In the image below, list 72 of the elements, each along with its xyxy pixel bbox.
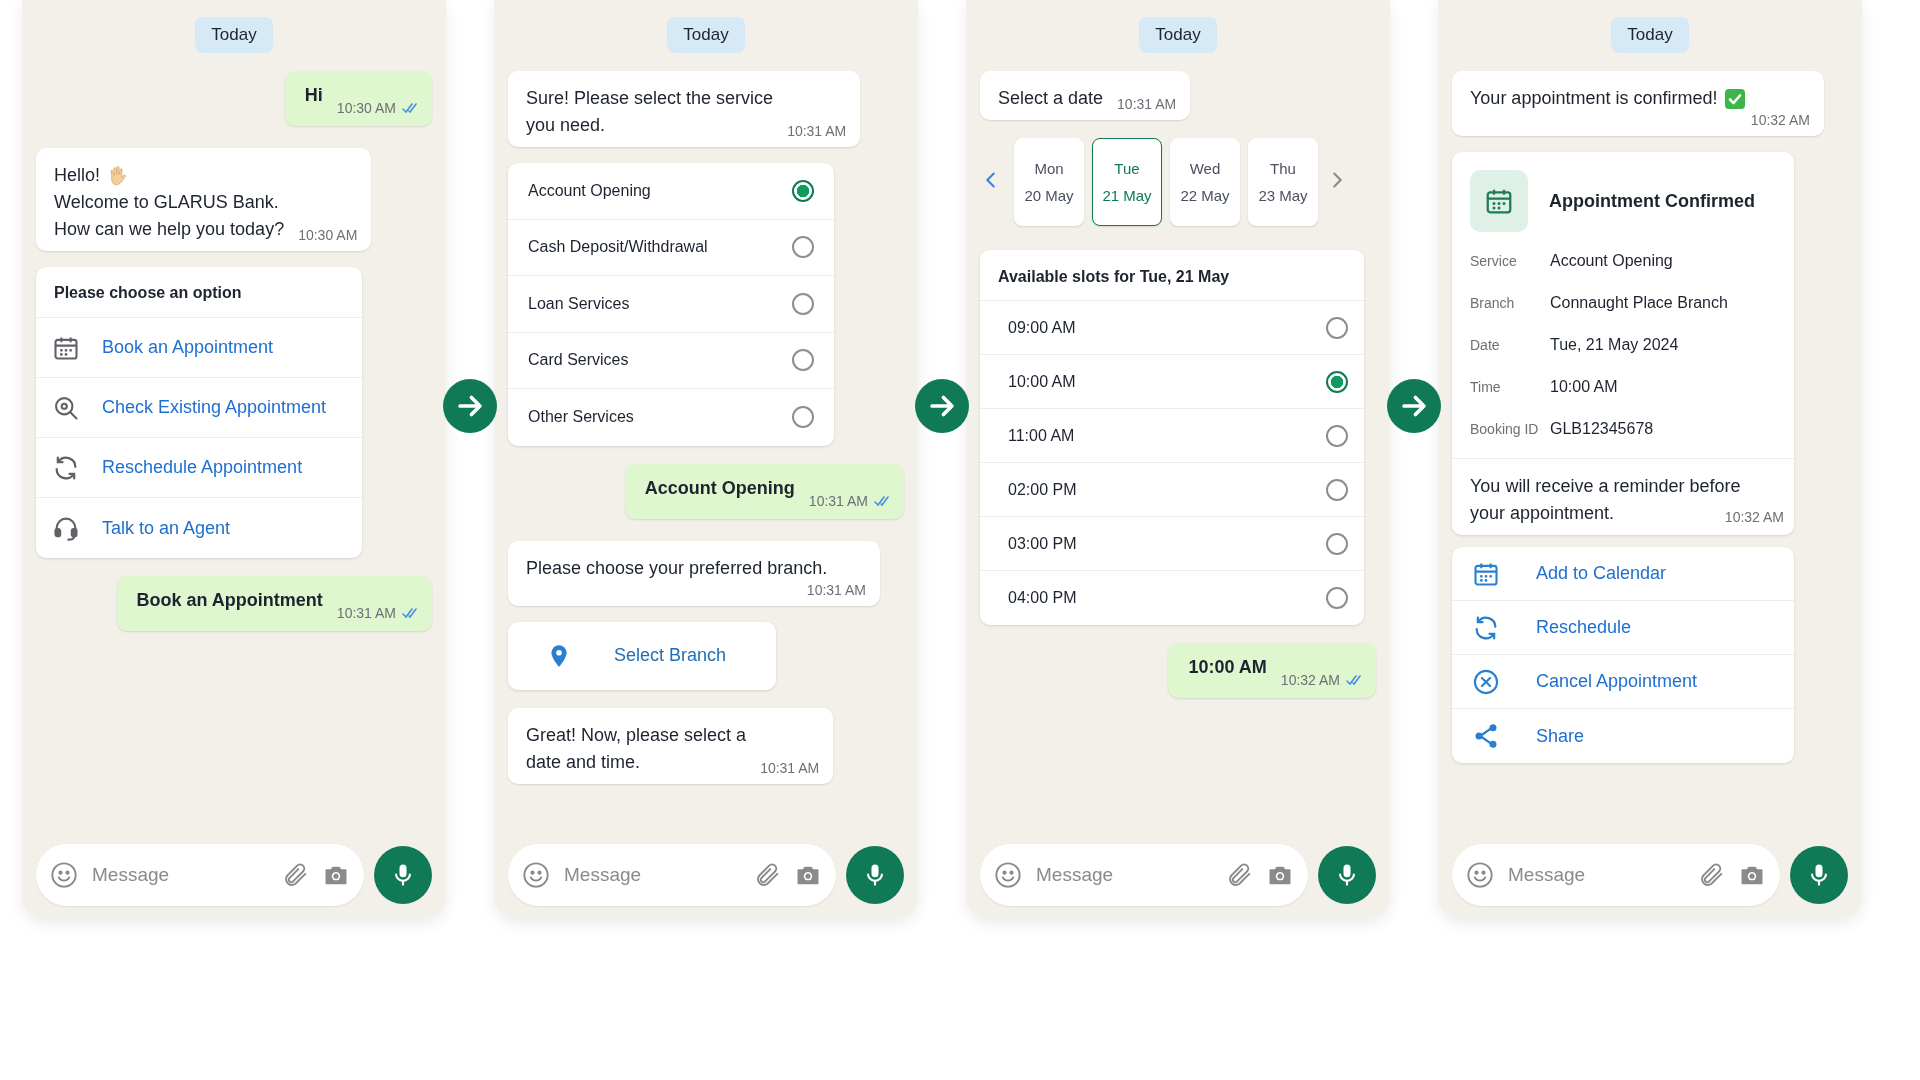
field-label: Service	[1470, 253, 1518, 269]
message-time: 10:31 AM	[760, 759, 820, 776]
date-option[interactable]: Wed 22 May	[1170, 138, 1240, 226]
action-link[interactable]: Add to Calendar	[1452, 547, 1794, 601]
time-slot[interactable]: 09:00 AM	[980, 301, 1364, 355]
message-time: 10:31 AM	[336, 605, 396, 621]
card-title: Please choose an option	[36, 267, 362, 318]
reminder-text: You will receive a reminder before	[1470, 475, 1741, 498]
menu-option[interactable]: Talk to an Agent	[36, 498, 362, 558]
action-link[interactable]: Share	[1452, 709, 1794, 763]
field-value: GLB12345678	[1550, 420, 1655, 438]
date-chip: Today	[667, 17, 745, 53]
time-slot[interactable]: 03:00 PM	[980, 517, 1364, 571]
message-time: 10:31 AM	[787, 123, 847, 139]
message-text: Hi	[304, 85, 323, 107]
message-text: 10:00 AM	[1188, 657, 1267, 679]
service-option[interactable]: Loan Services	[508, 276, 834, 333]
message-input[interactable]: Message	[562, 863, 742, 887]
action-link[interactable]: Reschedule	[1452, 601, 1794, 655]
reminder-text: your appointment.	[1470, 502, 1615, 525]
menu-option[interactable]: Check Existing Appointment	[36, 378, 362, 438]
message-text: Great! Now, please select a	[526, 723, 747, 747]
time-slot[interactable]: 04:00 PM	[980, 571, 1364, 625]
message-input[interactable]: Message	[90, 863, 270, 887]
time-slot[interactable]: 10:00 AM	[980, 355, 1364, 409]
date-chip: Today	[1139, 17, 1217, 53]
message-text: you need.	[526, 114, 606, 137]
menu-option[interactable]: Reschedule Appointment	[36, 438, 362, 498]
date-option[interactable]: Thu 23 May	[1248, 138, 1318, 226]
date-chip: Today	[1611, 17, 1689, 53]
date-chip: Today	[195, 17, 273, 53]
field-label: Booking ID	[1470, 421, 1540, 437]
message-time: 10:31 AM	[1117, 96, 1177, 112]
message-text: Your appointment is confirmed!	[1470, 87, 1718, 110]
message-time: 10:31 AM	[808, 492, 868, 509]
message-input[interactable]: Message	[1506, 863, 1686, 887]
select-branch-button[interactable]: Select Branch	[508, 621, 776, 690]
date-option[interactable]: Mon 20 May	[1014, 138, 1084, 226]
message-text: Select a date	[998, 87, 1104, 110]
message-text: Book an Appointment	[136, 590, 323, 612]
message-text: date and time.	[526, 750, 641, 774]
time-slot[interactable]: 02:00 PM	[980, 463, 1364, 517]
field-value: Account Opening	[1550, 252, 1674, 270]
message-text: Account Opening	[644, 477, 795, 500]
service-option[interactable]: Card Services	[508, 332, 834, 389]
field-label: Branch	[1470, 295, 1516, 311]
service-option[interactable]: Cash Deposit/Withdrawal	[508, 219, 834, 276]
time-slot[interactable]: 11:00 AM	[980, 409, 1364, 463]
message-input[interactable]: Message	[1034, 863, 1214, 887]
message-text: Please choose your preferred branch.	[526, 556, 828, 580]
message-text: Welcome to GLARUS Bank.	[54, 191, 279, 214]
field-label: Date	[1470, 337, 1501, 353]
date-option[interactable]: Tue 21 May	[1092, 138, 1162, 226]
message-time: 10:32 AM	[1750, 112, 1810, 128]
message-text: Sure! Please select the service	[526, 87, 774, 110]
message-time: 10:30 AM	[336, 100, 396, 116]
field-value: Connaught Place Branch	[1550, 294, 1729, 312]
field-value: 10:00 AM	[1550, 378, 1619, 396]
message-time: 10:32 AM	[1280, 672, 1340, 688]
message-time: 10:31 AM	[806, 581, 866, 598]
field-value: Tue, 21 May 2024	[1550, 336, 1680, 354]
service-option[interactable]: Other Services	[508, 389, 834, 446]
message-text: How can we help you today?	[54, 218, 285, 241]
field-label: Time	[1470, 379, 1502, 395]
message-text: Hello!	[54, 164, 101, 187]
menu-option[interactable]: Book an Appointment	[36, 318, 362, 378]
card-title: Appointment Confirmed	[1549, 190, 1755, 212]
message-time: 10:30 AM	[298, 227, 358, 243]
card-title: Available slots for Tue, 21 May	[980, 250, 1364, 301]
message-time: 10:32 AM	[1724, 509, 1784, 527]
action-link[interactable]: Cancel Appointment	[1452, 655, 1794, 709]
service-option[interactable]: Account Opening	[508, 163, 834, 220]
